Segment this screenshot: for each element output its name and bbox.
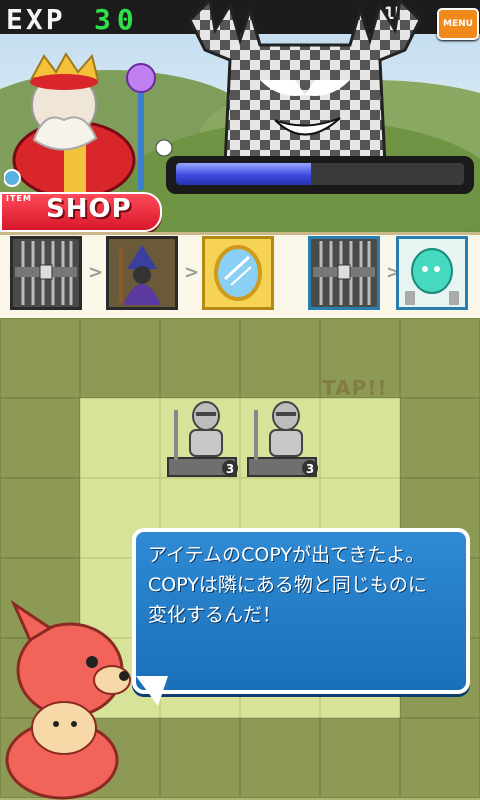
shop-item-label: ITEM — [6, 194, 32, 203]
dialog-line: アイテムのCOPYが出てきたよ。 — [148, 544, 425, 566]
dialog-line: COPYは隣にある物と同じものに — [148, 574, 427, 596]
guide-mascot — [5, 600, 131, 800]
dialog-text: アイテムのCOPYが出てきたよ。 COPYは隣にある物と同じものに 変化するんだ… — [148, 540, 458, 630]
item-slot-locked[interactable] — [10, 236, 82, 310]
item-slot-wizard[interactable] — [106, 236, 178, 310]
enemy-hp-fill — [176, 163, 312, 185]
locked-cage-icon — [311, 239, 377, 307]
shop-label: SHOP — [46, 194, 132, 224]
ghost-card-icon — [399, 239, 465, 307]
tap-hint: TAP!! — [322, 376, 388, 400]
chain-arrow-icon: > — [184, 262, 200, 283]
exp-label: EXP — [6, 3, 66, 36]
exp-value: 30 — [94, 3, 140, 36]
item-slot-ghost[interactable] — [396, 236, 468, 310]
item-slot-locked-2[interactable] — [308, 236, 380, 310]
chain-arrow-icon: > — [88, 262, 104, 283]
locked-cage-icon — [13, 239, 79, 307]
mirror-card-icon — [205, 239, 271, 307]
menu-button[interactable]: MENU — [437, 8, 479, 40]
wizard-card-icon — [109, 239, 175, 307]
dialog-tail — [136, 676, 168, 706]
dialog-line: 変化するんだ！ — [148, 604, 282, 626]
knight-statue-piece[interactable]: 3 — [244, 396, 320, 480]
checkered-demon-enemy[interactable] — [180, 0, 430, 165]
item-slot-mirror[interactable] — [202, 236, 274, 310]
enemy-hp-bar — [176, 163, 464, 185]
king-character — [4, 52, 173, 200]
knight-level-label: 3 — [226, 462, 234, 476]
knight-statue-piece[interactable]: 3 — [164, 396, 240, 480]
knight-level-label: 3 — [306, 462, 314, 476]
